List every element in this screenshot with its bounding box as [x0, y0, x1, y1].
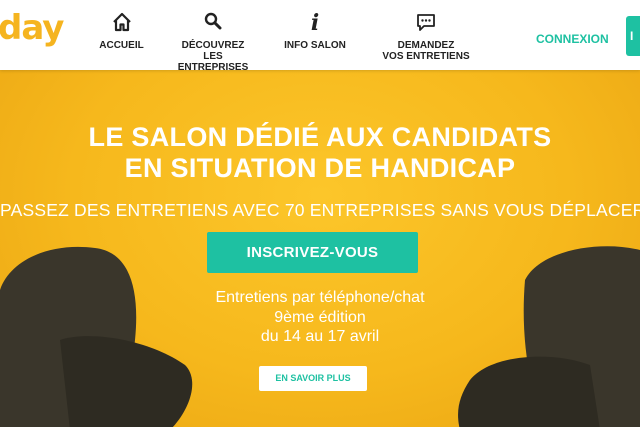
event-edition: 9ème édition [274, 308, 366, 326]
event-details: Entretiens par téléphone/chat 9ème éditi… [0, 288, 640, 347]
hero-title-line: EN SITUATION DE HANDICAP [124, 153, 516, 183]
top-navigation-bar: day ACCUEIL DÉCOUVREZ LES ENTREPRISES i … [0, 0, 640, 73]
hero-title-line: LE SALON DÉDIÉ AUX CANDIDATS [88, 122, 552, 152]
info-icon: i [310, 10, 320, 36]
signup-button[interactable]: INSCRIVEZ-VOUS [207, 232, 418, 273]
hero-banner: LE SALON DÉDIÉ AUX CANDIDATS EN SITUATIO… [0, 70, 640, 427]
nav-label: DÉCOUVREZ [181, 40, 245, 51]
nav-label: ACCUEIL [99, 40, 144, 51]
nav-label: INFO SALON [284, 40, 346, 51]
nav-label: DEMANDEZ [397, 40, 455, 51]
nav-item-accueil[interactable]: ACCUEIL [99, 12, 144, 51]
chat-icon [381, 12, 471, 34]
nav-item-info-salon[interactable]: i INFO SALON [282, 12, 348, 51]
event-dates: du 14 au 17 avril [260, 328, 380, 345]
hero-title: LE SALON DÉDIÉ AUX CANDIDATS EN SITUATIO… [0, 122, 640, 184]
nav-item-decouvrez[interactable]: DÉCOUVREZ LES ENTREPRISES [168, 12, 258, 73]
login-link[interactable]: CONNEXION [536, 32, 609, 46]
search-icon [168, 12, 258, 34]
home-icon [99, 12, 144, 34]
signup-header-button[interactable]: I [626, 16, 640, 56]
nav-item-demandez[interactable]: DEMANDEZ VOS ENTRETIENS [381, 12, 471, 62]
hero-subtitle: PASSEZ DES ENTRETIENS AVEC 70 ENTREPRISE… [0, 200, 640, 220]
nav-label: VOS ENTRETIENS [382, 51, 470, 62]
site-logo[interactable]: day [0, 8, 64, 48]
event-format: Entretiens par téléphone/chat [215, 289, 425, 306]
nav-label: LES ENTREPRISES [177, 51, 249, 73]
learn-more-button[interactable]: EN SAVOIR PLUS [259, 366, 367, 391]
